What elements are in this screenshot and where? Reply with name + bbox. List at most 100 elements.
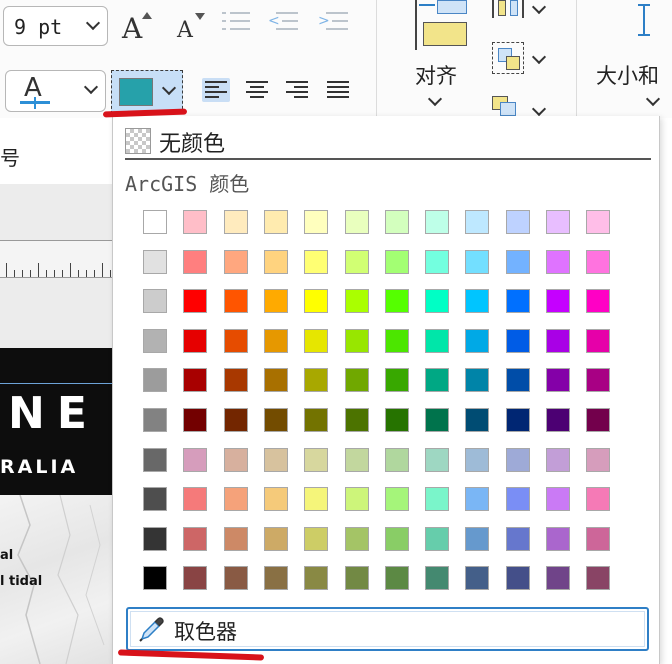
color-swatch[interactable] bbox=[183, 289, 207, 313]
color-swatch[interactable] bbox=[506, 566, 530, 590]
color-swatch[interactable] bbox=[586, 289, 610, 313]
color-swatch[interactable] bbox=[586, 210, 610, 234]
color-swatch[interactable] bbox=[506, 448, 530, 472]
color-swatch[interactable] bbox=[345, 368, 369, 392]
color-swatch[interactable] bbox=[546, 408, 570, 432]
color-swatch[interactable] bbox=[586, 329, 610, 353]
color-swatch[interactable] bbox=[586, 368, 610, 392]
color-swatch[interactable] bbox=[506, 250, 530, 274]
color-swatch[interactable] bbox=[506, 289, 530, 313]
color-swatch[interactable] bbox=[183, 210, 207, 234]
color-swatch[interactable] bbox=[183, 368, 207, 392]
color-swatch[interactable] bbox=[183, 448, 207, 472]
color-swatch[interactable] bbox=[506, 527, 530, 551]
color-swatch[interactable] bbox=[506, 210, 530, 234]
color-swatch[interactable] bbox=[143, 408, 167, 432]
color-swatch[interactable] bbox=[143, 487, 167, 511]
color-swatch[interactable] bbox=[143, 250, 167, 274]
color-swatch[interactable] bbox=[425, 527, 449, 551]
distribute-button[interactable] bbox=[490, 0, 550, 22]
color-swatch[interactable] bbox=[425, 448, 449, 472]
color-swatch[interactable] bbox=[425, 408, 449, 432]
color-swatch[interactable] bbox=[264, 329, 288, 353]
color-swatch[interactable] bbox=[586, 448, 610, 472]
color-swatch[interactable] bbox=[385, 527, 409, 551]
color-swatch[interactable] bbox=[465, 408, 489, 432]
no-color-option[interactable]: 无颜色 bbox=[125, 122, 645, 157]
color-swatch[interactable] bbox=[345, 448, 369, 472]
color-swatch[interactable] bbox=[304, 210, 328, 234]
increase-font-size-button[interactable]: A bbox=[120, 10, 156, 46]
color-swatch[interactable] bbox=[385, 250, 409, 274]
color-swatch[interactable] bbox=[465, 566, 489, 590]
color-swatch[interactable] bbox=[465, 250, 489, 274]
color-swatch[interactable] bbox=[264, 408, 288, 432]
increase-indent-icon[interactable]: > bbox=[318, 10, 348, 34]
align-right-button[interactable] bbox=[283, 78, 311, 102]
color-swatch[interactable] bbox=[506, 487, 530, 511]
color-swatch[interactable] bbox=[546, 250, 570, 274]
color-swatch[interactable] bbox=[224, 210, 248, 234]
color-swatch[interactable] bbox=[183, 487, 207, 511]
color-swatch[interactable] bbox=[304, 368, 328, 392]
color-swatch[interactable] bbox=[183, 408, 207, 432]
color-swatch[interactable] bbox=[264, 210, 288, 234]
color-swatch[interactable] bbox=[304, 527, 328, 551]
color-swatch[interactable] bbox=[264, 368, 288, 392]
color-swatch[interactable] bbox=[264, 250, 288, 274]
align-left-button[interactable] bbox=[202, 78, 230, 102]
color-swatch[interactable] bbox=[385, 368, 409, 392]
size-dropdown-button[interactable]: 大小和 bbox=[590, 0, 672, 112]
color-swatch[interactable] bbox=[425, 289, 449, 313]
color-swatch[interactable] bbox=[264, 289, 288, 313]
color-swatch[interactable] bbox=[586, 408, 610, 432]
color-swatch[interactable] bbox=[183, 566, 207, 590]
color-swatch[interactable] bbox=[425, 566, 449, 590]
align-center-button[interactable] bbox=[243, 78, 271, 102]
decrease-font-size-button[interactable]: A bbox=[175, 10, 211, 46]
color-swatch[interactable] bbox=[264, 448, 288, 472]
color-swatch[interactable] bbox=[465, 368, 489, 392]
color-swatch[interactable] bbox=[385, 448, 409, 472]
color-swatch[interactable] bbox=[465, 210, 489, 234]
color-swatch[interactable] bbox=[224, 368, 248, 392]
color-swatch[interactable] bbox=[546, 329, 570, 353]
color-swatch[interactable] bbox=[425, 250, 449, 274]
align-dropdown-button[interactable]: 对齐 bbox=[405, 0, 475, 112]
group-button[interactable] bbox=[490, 40, 550, 80]
color-swatch[interactable] bbox=[143, 368, 167, 392]
font-size-combo[interactable]: 9 pt bbox=[3, 6, 108, 46]
color-swatch[interactable] bbox=[425, 210, 449, 234]
color-swatch[interactable] bbox=[143, 527, 167, 551]
color-swatch[interactable] bbox=[345, 527, 369, 551]
color-swatch[interactable] bbox=[546, 368, 570, 392]
color-swatch[interactable] bbox=[506, 329, 530, 353]
color-swatch[interactable] bbox=[224, 527, 248, 551]
decrease-indent-icon[interactable]: < bbox=[268, 10, 298, 34]
color-swatch[interactable] bbox=[425, 368, 449, 392]
color-swatch[interactable] bbox=[304, 329, 328, 353]
color-swatch[interactable] bbox=[385, 487, 409, 511]
color-swatch[interactable] bbox=[546, 487, 570, 511]
color-swatch[interactable] bbox=[143, 329, 167, 353]
color-swatch[interactable] bbox=[345, 329, 369, 353]
color-swatch[interactable] bbox=[345, 487, 369, 511]
color-swatch[interactable] bbox=[465, 289, 489, 313]
color-swatch[interactable] bbox=[183, 527, 207, 551]
color-swatch[interactable] bbox=[143, 210, 167, 234]
color-swatch[interactable] bbox=[586, 566, 610, 590]
color-swatch[interactable] bbox=[304, 566, 328, 590]
color-swatch[interactable] bbox=[224, 566, 248, 590]
color-swatch[interactable] bbox=[465, 527, 489, 551]
color-swatch[interactable] bbox=[224, 329, 248, 353]
color-swatch[interactable] bbox=[345, 566, 369, 590]
color-swatch[interactable] bbox=[385, 329, 409, 353]
arrange-button[interactable] bbox=[490, 94, 550, 117]
color-swatch[interactable] bbox=[183, 250, 207, 274]
color-swatch[interactable] bbox=[224, 408, 248, 432]
color-swatch[interactable] bbox=[385, 566, 409, 590]
color-swatch[interactable] bbox=[143, 289, 167, 313]
color-swatch[interactable] bbox=[304, 448, 328, 472]
fill-color-button[interactable] bbox=[111, 70, 183, 114]
color-swatch[interactable] bbox=[345, 289, 369, 313]
